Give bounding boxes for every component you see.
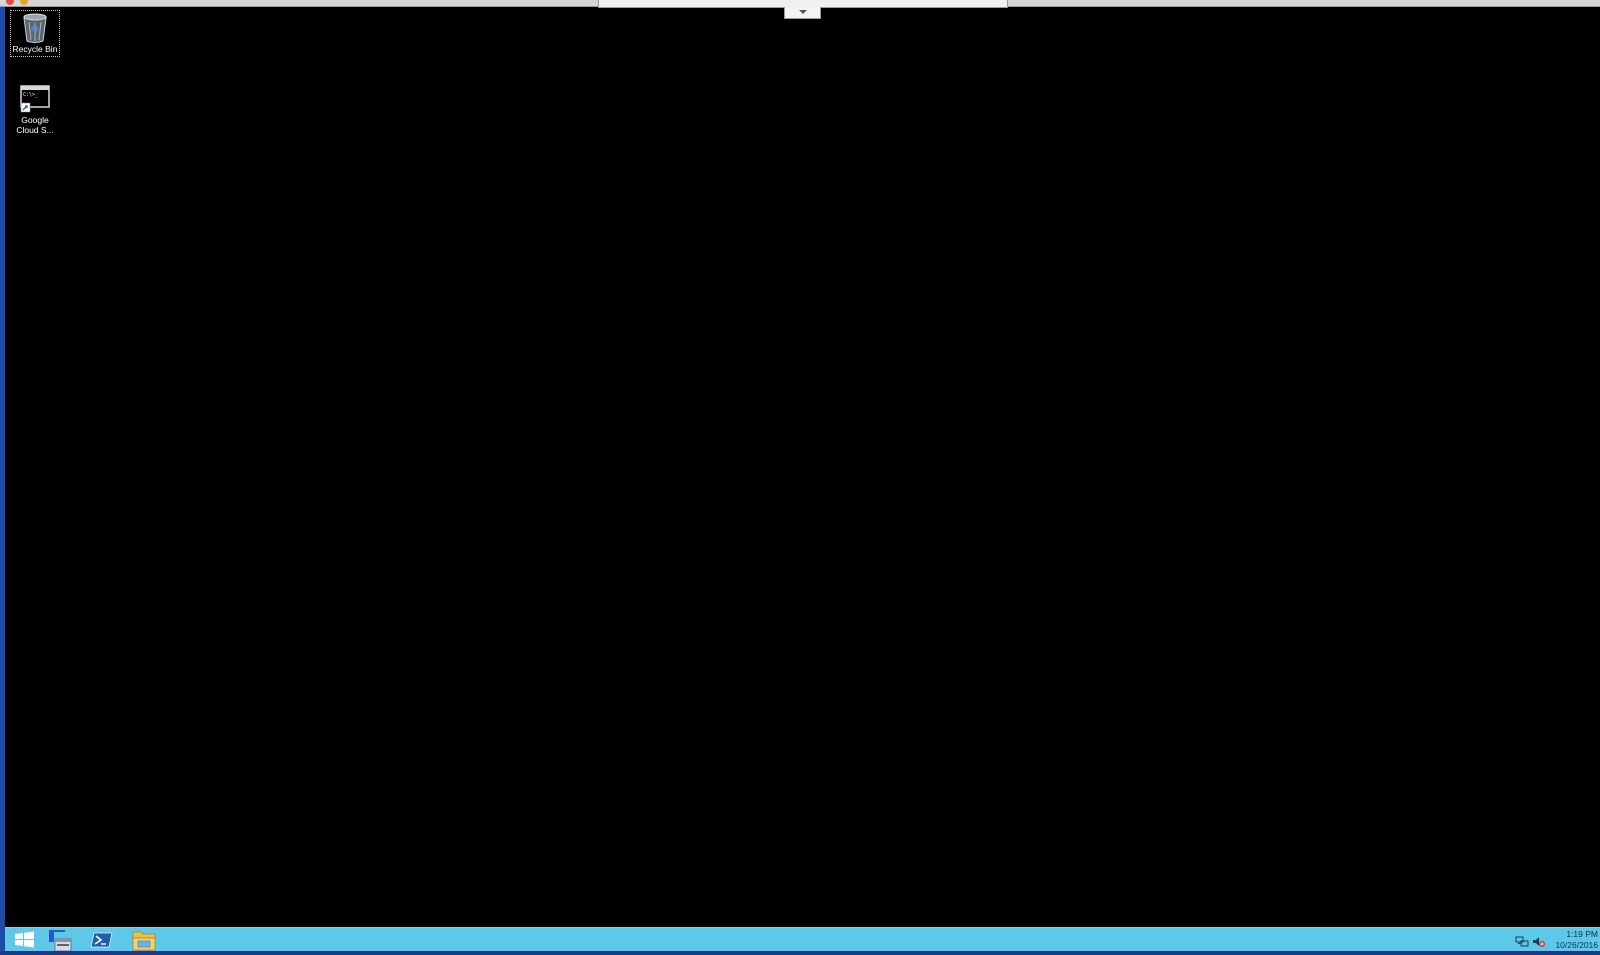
close-window-button[interactable] (6, 0, 14, 5)
server-manager-icon (49, 930, 72, 952)
clock-date: 10/26/2016 (1555, 940, 1598, 950)
console-prompt-text: C:\>_ (23, 92, 39, 98)
sound-muted-icon (1533, 937, 1545, 947)
google-cloud-label-line1: Google (21, 115, 49, 125)
recycle-bin-icon (23, 13, 47, 43)
windows-logo-icon (15, 931, 34, 948)
sound-tray-button[interactable] (1532, 933, 1546, 947)
chevron-down-icon (799, 10, 807, 14)
server-manager-button[interactable] (43, 928, 77, 952)
taskbar: 1:19 PM 10/26/2016 (5, 927, 1600, 952)
powershell-icon (90, 932, 113, 948)
desktop-icon-recycle-bin[interactable]: Recycle Bin (10, 10, 60, 57)
powershell-button[interactable] (85, 928, 119, 951)
minimize-window-button[interactable] (20, 0, 28, 5)
recycle-bin-label: Recycle Bin (12, 44, 58, 54)
network-tray-button[interactable] (1515, 933, 1529, 947)
clock-time: 1:19 PM (1566, 929, 1598, 939)
command-prompt-shortcut-icon: C:\>_ (20, 85, 50, 113)
file-explorer-icon (132, 931, 156, 951)
google-cloud-label-line2: Cloud S... (16, 125, 54, 135)
desktop-icon-google-cloud-shell[interactable]: C:\>_ Google Cloud S... (10, 82, 60, 138)
file-explorer-button[interactable] (127, 928, 161, 951)
rdp-connection-bar-toggle[interactable] (784, 7, 821, 19)
start-button[interactable] (7, 928, 41, 951)
remote-desktop: Recycle Bin C:\>_ Google Cloud S... (5, 7, 1600, 927)
network-icon (1515, 936, 1529, 947)
system-clock[interactable]: 1:19 PM 10/26/2016 (1548, 929, 1598, 951)
